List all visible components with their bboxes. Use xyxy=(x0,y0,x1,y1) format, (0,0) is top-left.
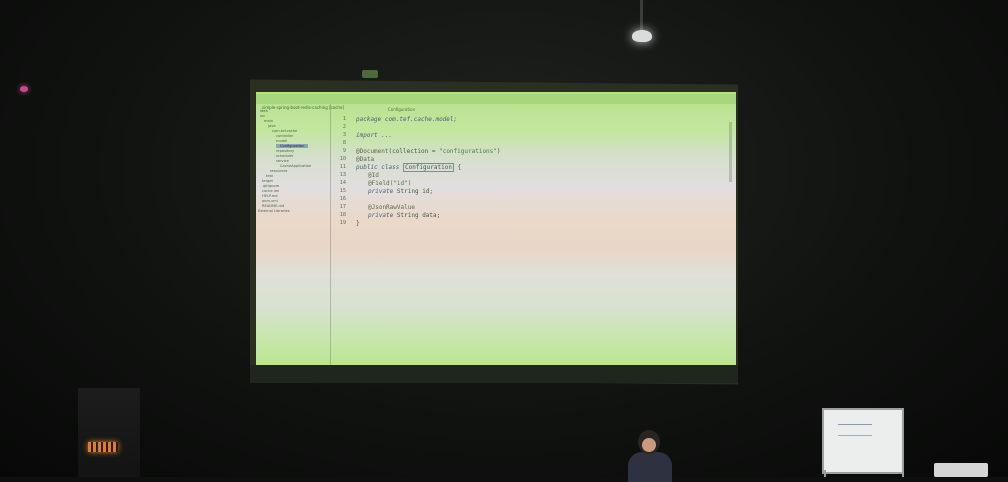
tree-item[interactable]: target xyxy=(262,179,273,183)
code-line-import: import ... xyxy=(356,132,393,139)
line-number: 13 xyxy=(339,172,346,178)
tree-item[interactable]: README.md xyxy=(262,204,284,208)
line-number: 14 xyxy=(339,180,346,186)
tree-item-selected[interactable]: Configuration xyxy=(276,144,309,148)
whiteboard xyxy=(822,408,904,474)
tree-item[interactable]: idea xyxy=(260,109,268,113)
line-number: 11 xyxy=(339,164,346,170)
class-name: Configuration xyxy=(402,163,454,172)
project-tree-panel: idea src main java com.tef.cache control… xyxy=(256,104,331,372)
line-number: 16 xyxy=(339,196,346,202)
stage-speaker xyxy=(78,388,140,477)
string-literal: "configurations" xyxy=(439,148,497,155)
tree-item[interactable]: controller xyxy=(276,134,293,138)
tree-item[interactable]: model xyxy=(276,139,287,143)
whiteboard-stand xyxy=(824,470,904,477)
annotation-text: @Field xyxy=(368,180,390,187)
code-text: { xyxy=(453,164,462,171)
ide-toolbar: simple-spring-boot-redis-caching [cache] xyxy=(256,94,736,110)
tree-item[interactable]: com.tef.cache xyxy=(272,129,297,133)
red-indicator-light xyxy=(20,86,28,92)
code-line-field: @Field("id") xyxy=(368,180,411,187)
scrollbar[interactable] xyxy=(729,122,732,182)
code-line-document: @Document(collection = "configurations") xyxy=(356,148,501,155)
ide-status-bar xyxy=(250,365,738,383)
tree-item[interactable]: pom.xml xyxy=(262,199,278,203)
tree-item[interactable]: test xyxy=(266,174,273,178)
ceiling-fixture xyxy=(362,70,378,78)
code-line-package: package com.tef.cache.model; xyxy=(356,116,458,123)
line-number: 18 xyxy=(339,212,346,218)
code-line-id: @Id xyxy=(368,172,379,179)
line-number: 8 xyxy=(342,140,346,146)
tree-item[interactable]: .gitignore xyxy=(262,184,279,188)
tree-item[interactable]: repository xyxy=(276,149,294,153)
line-number: 9 xyxy=(342,148,346,154)
tree-item[interactable]: main xyxy=(264,119,273,123)
tree-item[interactable]: scheduler xyxy=(276,154,294,158)
line-number: 2 xyxy=(342,124,346,130)
whiteboard-writing xyxy=(838,424,872,436)
laptop xyxy=(934,463,988,477)
editor-tab[interactable]: Configuration xyxy=(388,107,415,112)
ceiling-lamp xyxy=(630,0,654,44)
projected-ide-window: simple-spring-boot-redis-caching [cache]… xyxy=(256,92,736,372)
code-text: String data; xyxy=(396,212,441,219)
tree-item[interactable]: service xyxy=(276,159,289,163)
code-text: (collection = xyxy=(388,148,440,155)
annotation-text: @Document xyxy=(356,148,389,155)
keyword-text: private xyxy=(368,212,397,219)
tree-item[interactable]: HELP.md xyxy=(262,194,278,198)
level-meter-lights xyxy=(88,442,118,452)
code-line-class: public class Configuration { xyxy=(356,163,462,172)
tree-item[interactable]: java xyxy=(268,124,276,128)
line-number: 3 xyxy=(342,132,346,138)
code-line-jsonrawvalue: @JsonRawValue xyxy=(368,204,415,211)
presenter xyxy=(622,430,678,482)
tree-item[interactable]: External Libraries xyxy=(258,209,290,213)
line-number: 17 xyxy=(339,204,346,210)
keyword-text: public class xyxy=(356,164,403,171)
code-line-close: } xyxy=(356,220,360,227)
code-text: String id; xyxy=(396,188,434,195)
tree-item[interactable]: CacheApplication xyxy=(280,164,311,168)
code-text: ) xyxy=(496,148,501,155)
tree-item[interactable]: src xyxy=(260,114,265,118)
tree-item[interactable]: resources xyxy=(270,169,287,173)
line-number: 15 xyxy=(339,188,346,194)
code-line-data: @Data xyxy=(356,156,375,163)
line-number: 1 xyxy=(342,116,346,122)
line-number: 10 xyxy=(339,156,346,162)
code-text: ("id") xyxy=(389,180,412,187)
line-number: 19 xyxy=(339,220,346,226)
tree-item[interactable]: cache.iml xyxy=(262,189,279,193)
keyword-text: private xyxy=(368,188,397,195)
code-line-private-id: private String id; xyxy=(368,188,433,195)
code-line-private-data: private String data; xyxy=(368,212,440,219)
